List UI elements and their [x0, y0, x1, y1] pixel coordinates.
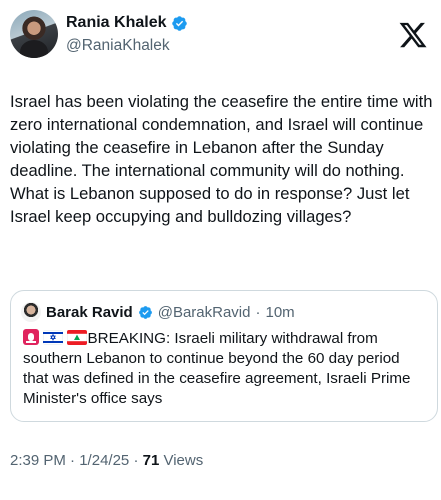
views-count: 71: [142, 452, 160, 469]
author-handle[interactable]: @RaniaKhalek: [66, 37, 188, 55]
tweet-time[interactable]: 2:39 PM: [10, 452, 66, 469]
tweet-card: Rania Khalek @RaniaKhalek Israel has bee…: [0, 0, 441, 500]
separator-dot: ·: [70, 452, 80, 469]
separator-dot: ·: [255, 303, 261, 321]
verified-badge-icon: [172, 15, 188, 31]
x-logo-icon: [399, 22, 427, 48]
quoted-avatar: [21, 302, 41, 322]
tweet-header: Rania Khalek @RaniaKhalek: [10, 10, 430, 60]
quoted-handle: @BarakRavid: [157, 303, 251, 321]
tweet-meta: 2:39 PM · 1/24/25 · 71 Views: [10, 452, 203, 469]
display-name-row: Rania Khalek: [66, 12, 188, 34]
quoted-time: 10m: [265, 303, 295, 321]
quoted-tweet[interactable]: Barak Ravid @BarakRavid · 10m BREAKING: …: [10, 290, 438, 422]
separator-dot: ·: [133, 452, 143, 469]
views-label: Views: [163, 452, 204, 469]
quoted-header: Barak Ravid @BarakRavid · 10m: [21, 302, 295, 322]
author-names: Rania Khalek @RaniaKhalek: [66, 12, 188, 55]
quoted-display-name: Barak Ravid: [46, 303, 133, 321]
author-display-name[interactable]: Rania Khalek: [66, 14, 166, 32]
verified-badge-icon: [138, 305, 152, 319]
tweet-date[interactable]: 1/24/25: [79, 452, 129, 469]
quoted-text-block: BREAKING: Israeli military withdrawal fr…: [23, 329, 428, 409]
tweet-text: Israel has been violating the ceasefire …: [10, 92, 433, 226]
author-avatar[interactable]: [10, 10, 58, 58]
israel-flag-icon: [43, 330, 64, 345]
lebanon-flag-icon: [67, 330, 88, 345]
siren-icon: [23, 329, 39, 345]
